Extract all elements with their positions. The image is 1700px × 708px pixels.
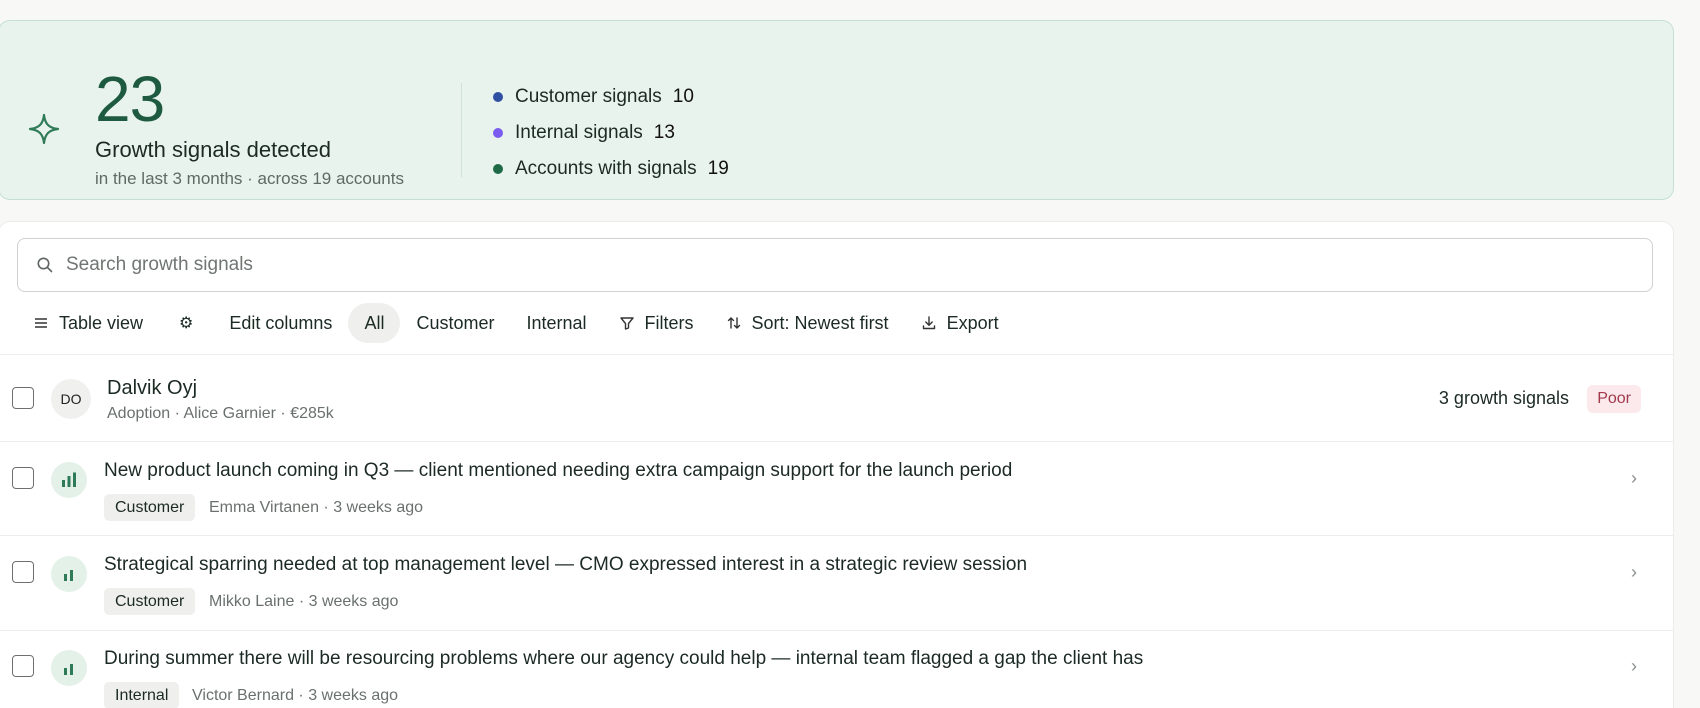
filters-button[interactable]: Filters [603, 303, 710, 343]
filter-customer-label: Customer [416, 312, 495, 333]
stats-list: Customer signals 10 Internal signals 13 … [493, 79, 729, 187]
chevron-right-icon[interactable]: › [1631, 656, 1637, 677]
signal-title[interactable]: New product launch coming in Q3 — client… [104, 460, 1012, 482]
stat-label: Internal signals [515, 122, 643, 143]
signal-checkbox[interactable] [12, 561, 34, 583]
signal-type-tag: Customer [104, 494, 196, 521]
search-input[interactable] [66, 254, 1566, 276]
sort-label: Sort: Newest first [751, 312, 889, 333]
stat-label: Accounts with signals [515, 158, 697, 179]
signal-checkbox[interactable] [12, 655, 34, 677]
legend-dot-accounts [493, 164, 503, 174]
sparkle-icon [28, 113, 60, 145]
signal-row[interactable]: During summer there will be resourcing p… [0, 630, 1673, 708]
signal-meta: Emma Virtanen · 3 weeks ago [209, 499, 424, 516]
signal-row[interactable]: New product launch coming in Q3 — client… [0, 442, 1673, 536]
signals-card: Table view ⚙ Edit columns All Customer I… [0, 221, 1674, 708]
bar-chart-icon [51, 462, 87, 498]
signal-meta: Victor Bernard · 3 weeks ago [192, 687, 399, 704]
search-bar[interactable] [17, 238, 1653, 292]
filters-label: Filters [644, 312, 694, 333]
signals-summary-banner: 23 Growth signals detected in the last 3… [0, 20, 1674, 200]
avatar: DO [51, 379, 91, 419]
edit-columns-label: Edit columns [229, 312, 333, 333]
filter-all-label: All [364, 312, 385, 333]
summary-subtext: in the last 3 months · across 19 account… [95, 169, 404, 188]
bar-chart-icon [51, 650, 87, 686]
divider [461, 83, 462, 177]
download-icon [922, 316, 935, 330]
export-label: Export [946, 312, 999, 333]
chevron-right-icon[interactable]: › [1631, 562, 1637, 583]
stat-value: 10 [672, 86, 694, 107]
signal-type-tag: Internal [104, 682, 180, 708]
export-button[interactable]: Export [905, 303, 1015, 343]
account-checkbox[interactable] [12, 387, 34, 409]
chevron-right-icon[interactable]: › [1631, 468, 1637, 489]
filter-internal-label: Internal [526, 312, 587, 333]
search-icon [37, 257, 53, 273]
stat-internal-signals: Internal signals 13 [493, 115, 729, 151]
sort-button[interactable]: Sort: Newest first [710, 303, 905, 343]
stat-customer-signals: Customer signals 10 [493, 79, 729, 115]
stat-value: 19 [707, 158, 729, 179]
list-icon [35, 318, 47, 328]
legend-dot-customer [493, 92, 503, 102]
filter-internal-tab[interactable]: Internal [510, 303, 602, 343]
account-row[interactable]: DO Dalvik Oyj Adoption · Alice Garnier ·… [0, 355, 1673, 441]
gear-icon: ⚙ [179, 315, 194, 332]
signal-type-tag: Customer [104, 588, 196, 615]
filter-all-tab[interactable]: All [348, 303, 401, 343]
signal-title[interactable]: Strategical sparring needed at top manag… [104, 554, 1027, 576]
signal-checkbox[interactable] [12, 467, 34, 489]
account-name[interactable]: Dalvik Oyj [107, 377, 197, 400]
settings-button[interactable]: ⚙ [159, 303, 213, 343]
signal-title[interactable]: During summer there will be resourcing p… [104, 648, 1143, 670]
stat-label: Customer signals [515, 86, 662, 107]
funnel-icon [619, 317, 634, 330]
stat-value: 13 [653, 122, 675, 143]
table-view-label: Table view [59, 312, 144, 333]
health-badge: Poor [1587, 385, 1641, 413]
stat-accounts-with-signals: Accounts with signals 19 [493, 151, 729, 187]
signal-row[interactable]: Strategical sparring needed at top manag… [0, 536, 1673, 630]
signals-total: 23 [95, 63, 165, 135]
legend-dot-internal [493, 128, 503, 138]
signal-count: 3 growth signals [1438, 388, 1569, 408]
edit-columns-button[interactable]: Edit columns [213, 303, 348, 343]
summary-headline: Growth signals detected [95, 137, 332, 162]
sort-icon [727, 317, 740, 329]
filter-customer-tab[interactable]: Customer [400, 303, 510, 343]
bar-chart-icon [51, 556, 87, 592]
toolbar: Table view ⚙ Edit columns All Customer I… [17, 303, 1015, 343]
account-meta: Adoption · Alice Garnier · €285k [107, 405, 334, 422]
table-view-button[interactable]: Table view [17, 303, 159, 343]
signal-meta: Mikko Laine · 3 weeks ago [209, 593, 399, 610]
